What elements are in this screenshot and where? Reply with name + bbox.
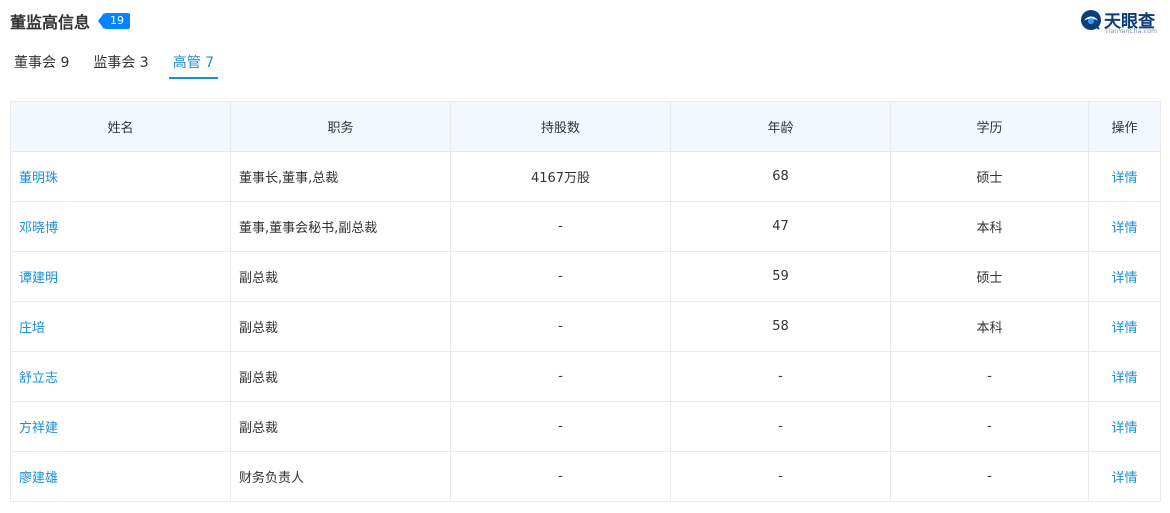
- column-header-shares: 持股数: [450, 101, 671, 152]
- details-link[interactable]: 详情: [1111, 271, 1137, 286]
- table-row: 方祥建 副总裁 - - - 详情: [10, 401, 1161, 452]
- cell-name: 方祥建: [10, 401, 231, 452]
- cell-education: -: [890, 451, 1089, 502]
- cell-name: 谭建明: [10, 251, 231, 302]
- cell-shares: -: [450, 251, 671, 302]
- cell-education: 本科: [890, 201, 1089, 252]
- column-header-age: 年龄: [670, 101, 891, 152]
- cell-age: -: [670, 401, 891, 452]
- cell-education: -: [890, 351, 1089, 402]
- cell-education: -: [890, 401, 1089, 452]
- details-link[interactable]: 详情: [1111, 221, 1137, 236]
- table-row: 董明珠 董事长,董事,总裁 4167万股 68 硕士 详情: [10, 151, 1161, 202]
- cell-age: 47: [670, 201, 891, 252]
- cell-position: 副总裁: [230, 401, 451, 452]
- tab-bar: 董事会 9 监事会 3 高管 7: [14, 52, 242, 79]
- table-row: 谭建明 副总裁 - 59 硕士 详情: [10, 251, 1161, 302]
- count-badge: 19: [98, 13, 131, 29]
- cell-shares: -: [450, 451, 671, 502]
- cell-action: 详情: [1088, 151, 1161, 202]
- details-link[interactable]: 详情: [1111, 321, 1137, 336]
- table-row: 廖建雄 财务负责人 - - - 详情: [10, 451, 1161, 502]
- cell-age: -: [670, 451, 891, 502]
- person-name-link[interactable]: 廖建雄: [19, 471, 58, 486]
- cell-name: 邓晓博: [10, 201, 231, 252]
- cell-position: 副总裁: [230, 251, 451, 302]
- logo-subtext: TianYanCha.com: [1105, 28, 1158, 35]
- cell-shares: -: [450, 301, 671, 352]
- cell-name: 董明珠: [10, 151, 231, 202]
- cell-position: 财务负责人: [230, 451, 451, 502]
- cell-action: 详情: [1088, 401, 1161, 452]
- cell-position: 副总裁: [230, 301, 451, 352]
- person-name-link[interactable]: 方祥建: [19, 421, 58, 436]
- cell-action: 详情: [1088, 351, 1161, 402]
- table-row: 庄培 副总裁 - 58 本科 详情: [10, 301, 1161, 352]
- cell-name: 舒立志: [10, 351, 231, 402]
- column-header-name: 姓名: [10, 101, 231, 152]
- cell-position: 董事长,董事,总裁: [230, 151, 451, 202]
- details-link[interactable]: 详情: [1111, 171, 1137, 186]
- section-title: 董监高信息: [10, 13, 91, 32]
- cell-name: 廖建雄: [10, 451, 231, 502]
- details-link[interactable]: 详情: [1111, 371, 1137, 386]
- section-header: 董监高信息 19: [10, 8, 131, 34]
- cell-name: 庄培: [10, 301, 231, 352]
- tab-supervisors[interactable]: 监事会 3: [93, 52, 148, 77]
- cell-position: 董事,董事会秘书,副总裁: [230, 201, 451, 252]
- cell-age: 59: [670, 251, 891, 302]
- cell-education: 本科: [890, 301, 1089, 352]
- column-header-action: 操作: [1088, 101, 1161, 152]
- tianyancha-eye-icon: [1081, 10, 1101, 30]
- person-name-link[interactable]: 谭建明: [19, 271, 58, 286]
- cell-action: 详情: [1088, 301, 1161, 352]
- details-link[interactable]: 详情: [1111, 471, 1137, 486]
- cell-action: 详情: [1088, 451, 1161, 502]
- cell-education: 硕士: [890, 151, 1089, 202]
- cell-action: 详情: [1088, 201, 1161, 252]
- cell-shares: -: [450, 401, 671, 452]
- tianyancha-logo: 天眼查 TianYanCha.com: [1080, 7, 1160, 37]
- cell-position: 副总裁: [230, 351, 451, 402]
- table-row: 邓晓博 董事,董事会秘书,副总裁 - 47 本科 详情: [10, 201, 1161, 252]
- table-header-row: 姓名 职务 持股数 年龄 学历 操作: [10, 101, 1161, 152]
- person-name-link[interactable]: 邓晓博: [19, 221, 58, 236]
- person-name-link[interactable]: 庄培: [19, 321, 45, 336]
- cell-education: 硕士: [890, 251, 1089, 302]
- person-name-link[interactable]: 舒立志: [19, 371, 58, 386]
- cell-age: 58: [670, 301, 891, 352]
- person-name-link[interactable]: 董明珠: [19, 171, 58, 186]
- cell-shares: -: [450, 201, 671, 252]
- cell-age: 68: [670, 151, 891, 202]
- executives-table: 姓名 职务 持股数 年龄 学历 操作 董明珠 董事长,董事,总裁 4167万股 …: [10, 101, 1161, 502]
- cell-shares: -: [450, 351, 671, 402]
- cell-age: -: [670, 351, 891, 402]
- tab-board[interactable]: 董事会 9: [14, 52, 69, 77]
- details-link[interactable]: 详情: [1111, 421, 1137, 436]
- tab-executives[interactable]: 高管 7: [168, 52, 219, 79]
- cell-action: 详情: [1088, 251, 1161, 302]
- table-row: 舒立志 副总裁 - - - 详情: [10, 351, 1161, 402]
- column-header-position: 职务: [230, 101, 451, 152]
- column-header-education: 学历: [890, 101, 1089, 152]
- cell-shares: 4167万股: [450, 151, 671, 202]
